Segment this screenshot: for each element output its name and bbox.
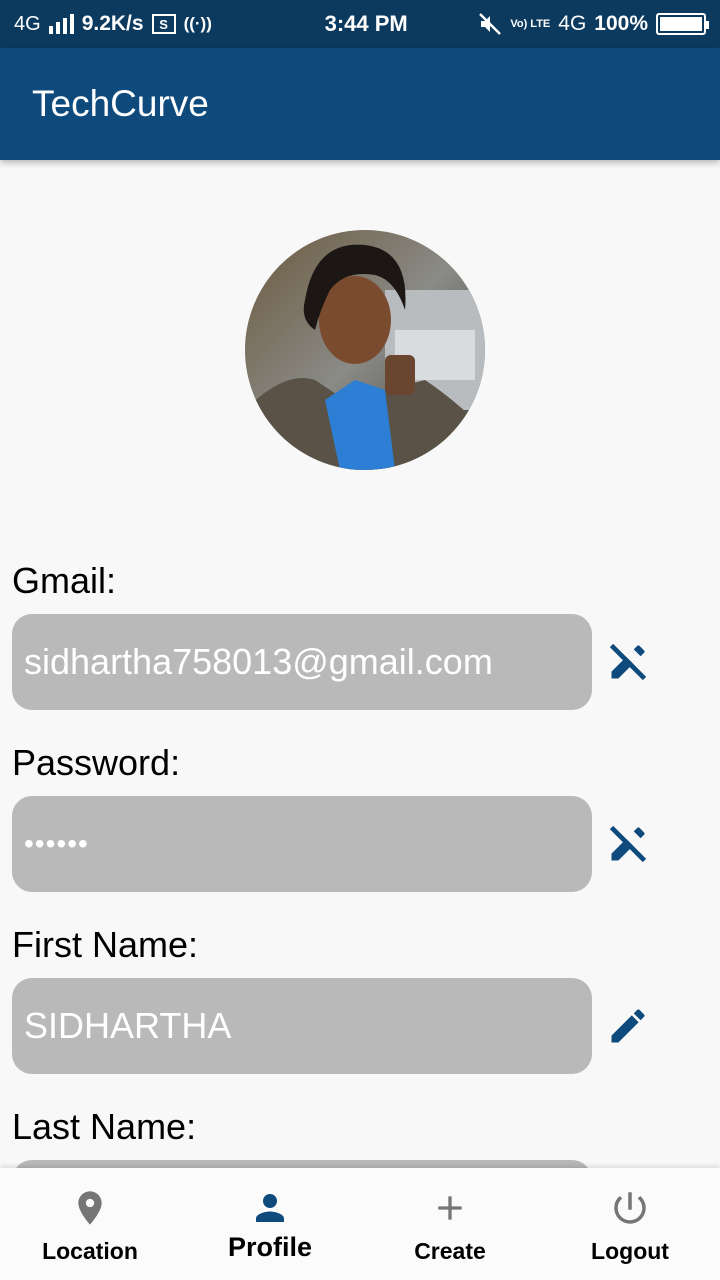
nav-profile[interactable]: Profile: [180, 1168, 360, 1280]
nav-create[interactable]: Create: [360, 1168, 540, 1280]
edit-off-icon: [609, 825, 647, 863]
person-icon: [248, 1186, 292, 1230]
hotspot-icon: ((·)): [183, 14, 212, 33]
last-name-label: Last Name:: [12, 1106, 197, 1147]
password-label: Password:: [12, 742, 181, 783]
edit-first-name-button[interactable]: [600, 998, 656, 1054]
avatar[interactable]: [245, 230, 485, 470]
network-speed: 9.2K/s: [81, 12, 144, 35]
nav-logout-label: Logout: [591, 1238, 669, 1264]
plus-icon: [428, 1186, 472, 1230]
password-field[interactable]: ••••••: [12, 796, 592, 892]
volte-indicator: Vo) LTE: [510, 18, 551, 30]
power-icon: [608, 1186, 652, 1230]
clock: 3:44 PM: [324, 11, 408, 36]
app-bar: TechCurve: [0, 48, 720, 160]
location-pin-icon: [68, 1186, 112, 1230]
nav-location[interactable]: Location: [0, 1168, 180, 1280]
signal-icon: [48, 14, 74, 34]
nav-create-label: Create: [414, 1238, 486, 1264]
first-name-label: First Name:: [12, 924, 199, 965]
network-type-right: 4G: [558, 12, 587, 35]
first-name-field[interactable]: SIDHARTHA: [12, 978, 592, 1074]
edit-off-icon: [609, 643, 647, 681]
screenshot-icon: S: [151, 14, 176, 34]
nav-profile-label: Profile: [227, 1232, 313, 1262]
app-title: TechCurve: [32, 83, 209, 124]
status-bar: 4G 9.2K/s S ((·)) 3:44 PM Vo) LTE 4G 100…: [0, 0, 720, 48]
battery-percent: 100%: [594, 12, 648, 35]
nav-location-label: Location: [42, 1238, 138, 1264]
mute-icon: [479, 13, 502, 35]
battery-icon: [656, 13, 709, 35]
pencil-icon: [611, 1009, 645, 1043]
edit-password-button[interactable]: [600, 816, 656, 872]
edit-gmail-button[interactable]: [600, 634, 656, 690]
nav-logout[interactable]: Logout: [540, 1168, 720, 1280]
network-type: 4G: [14, 12, 41, 35]
gmail-label: Gmail:: [12, 560, 117, 601]
gmail-field[interactable]: sidhartha758013@gmail.com: [12, 614, 592, 710]
bottom-navigation: Location Profile Create Logout: [0, 1168, 720, 1280]
